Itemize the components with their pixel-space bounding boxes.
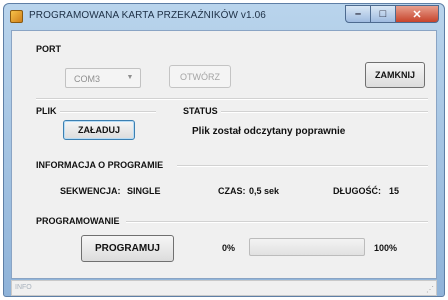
minimize-icon: – <box>354 8 362 20</box>
status-bar: INFO ⋰ <box>11 280 437 296</box>
file-label: PLIK <box>36 106 57 116</box>
app-window: PROGRAMOWANA KARTA PRZEKAŹNIKÓW v1.06 – … <box>3 3 445 297</box>
app-icon <box>10 10 23 23</box>
progress-max-label: 100% <box>374 243 398 253</box>
load-file-button[interactable]: ZAŁADUJ <box>63 120 135 140</box>
port-select-value: COM3 <box>74 74 101 84</box>
close-window-button[interactable]: ✕ <box>396 5 439 23</box>
minimize-button[interactable]: – <box>345 5 371 23</box>
programming-label: PROGRAMOWANIE <box>36 216 120 226</box>
length-value: 15 <box>389 186 400 196</box>
status-divider <box>221 111 428 113</box>
divider <box>36 98 428 100</box>
status-message: Plik został odczytany poprawnie <box>192 126 346 137</box>
length-label: DŁUGOŚĆ: <box>333 186 381 196</box>
time-value: 0,5 sek <box>249 186 280 196</box>
close-port-button[interactable]: ZAMKNIJ <box>365 62 425 88</box>
title-bar[interactable]: PROGRAMOWANA KARTA PRZEKAŹNIKÓW v1.06 – … <box>4 4 444 30</box>
window-controls: – □ ✕ <box>345 5 439 23</box>
sequence-value: SINGLE <box>127 186 161 196</box>
client-area: PORT COM3 ▼ OTWÓRZ ZAMKNIJ PLIK STATUS Z… <box>11 30 437 279</box>
progress-bar <box>249 238 365 256</box>
maximize-button[interactable]: □ <box>371 5 396 23</box>
open-port-button[interactable]: OTWÓRZ <box>169 65 231 88</box>
status-label: STATUS <box>183 106 218 116</box>
status-bar-text: INFO <box>15 284 32 291</box>
resize-grip-icon[interactable]: ⋰ <box>426 285 434 294</box>
file-divider <box>60 111 156 113</box>
sequence-label: SEKWENCJA: <box>60 186 121 196</box>
chevron-down-icon[interactable]: ▼ <box>124 73 136 83</box>
window-title: PROGRAMOWANA KARTA PRZEKAŹNIKÓW v1.06 <box>29 10 266 21</box>
maximize-icon: □ <box>379 8 387 20</box>
close-icon: ✕ <box>412 8 422 21</box>
port-label: PORT <box>36 44 62 54</box>
program-info-divider <box>177 165 428 167</box>
program-info-label: INFORMACJA O PROGRAMIE <box>36 160 164 170</box>
progress-min-label: 0% <box>222 243 236 253</box>
programming-divider <box>126 221 428 223</box>
port-select[interactable]: COM3 ▼ <box>65 68 141 88</box>
time-label: CZAS: <box>218 186 246 196</box>
program-button[interactable]: PROGRAMUJ <box>81 235 174 262</box>
